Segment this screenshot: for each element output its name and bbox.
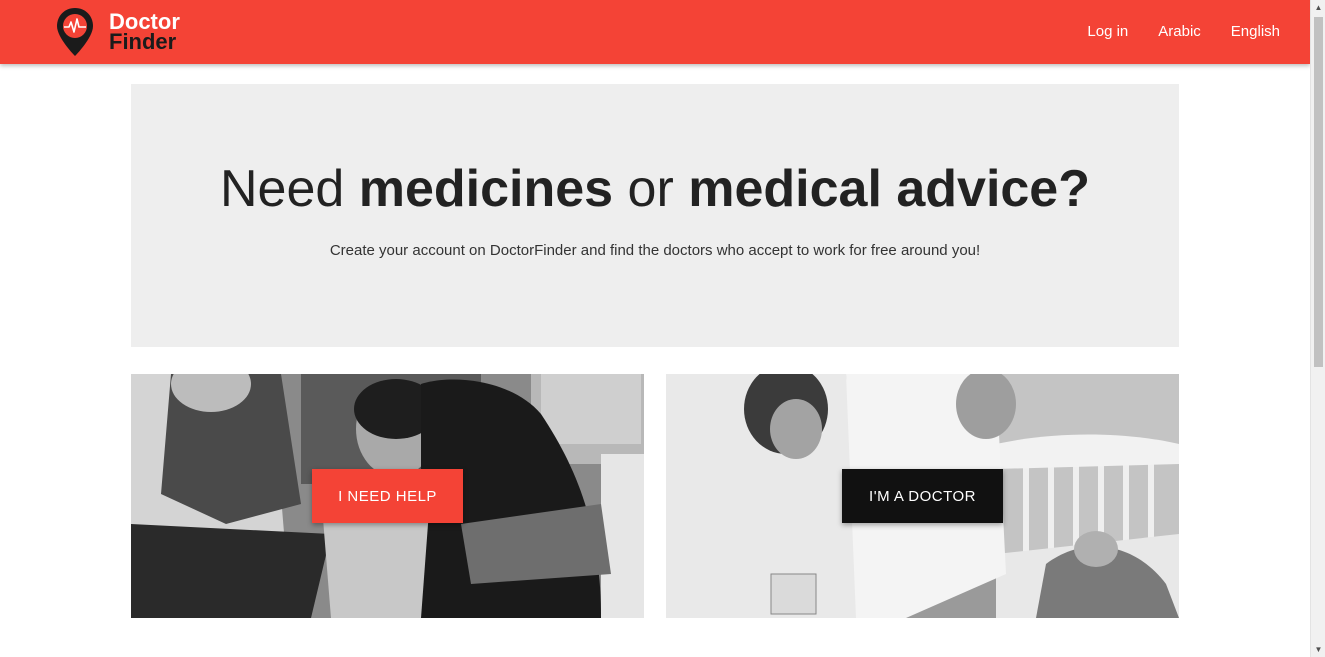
need-help-button[interactable]: I NEED HELP <box>312 469 463 523</box>
main-nav: Log in Arabic English <box>1072 0 1295 64</box>
page: Doctor Finder Log in Arabic English Need… <box>0 0 1310 657</box>
nav-login-link[interactable]: Log in <box>1072 0 1143 64</box>
hero-title-emphasis-1: medicines <box>358 160 614 218</box>
vertical-scrollbar[interactable]: ▲ ▼ <box>1310 0 1325 657</box>
brand-line-2: Finder <box>109 29 177 54</box>
im-a-doctor-button[interactable]: I'M A DOCTOR <box>842 469 1003 523</box>
hero-title-emphasis-2: medical advice? <box>688 160 1090 218</box>
brand-logo[interactable]: Doctor Finder <box>55 6 180 58</box>
scrollbar-thumb[interactable] <box>1314 17 1323 367</box>
patient-card: I NEED HELP <box>131 374 644 618</box>
hero-title-part-2: or <box>613 160 689 218</box>
hero-title-part-1: Need <box>219 160 359 218</box>
up-arrow-icon[interactable]: ▲ <box>1314 3 1323 12</box>
nav-english-link[interactable]: English <box>1216 0 1295 64</box>
down-arrow-icon[interactable]: ▼ <box>1314 645 1323 654</box>
brand-name: Doctor Finder <box>109 11 180 54</box>
top-navbar: Doctor Finder Log in Arabic English <box>0 0 1310 64</box>
nav-arabic-link[interactable]: Arabic <box>1143 0 1216 64</box>
hero-banner: Need medicines or medical advice? Create… <box>131 84 1179 347</box>
map-pin-heartbeat-icon <box>57 8 93 56</box>
doctor-card: I'M A DOCTOR <box>666 374 1179 618</box>
hero-title: Need medicines or medical advice? <box>131 159 1179 219</box>
hero-subtitle: Create your account on DoctorFinder and … <box>329 242 981 259</box>
